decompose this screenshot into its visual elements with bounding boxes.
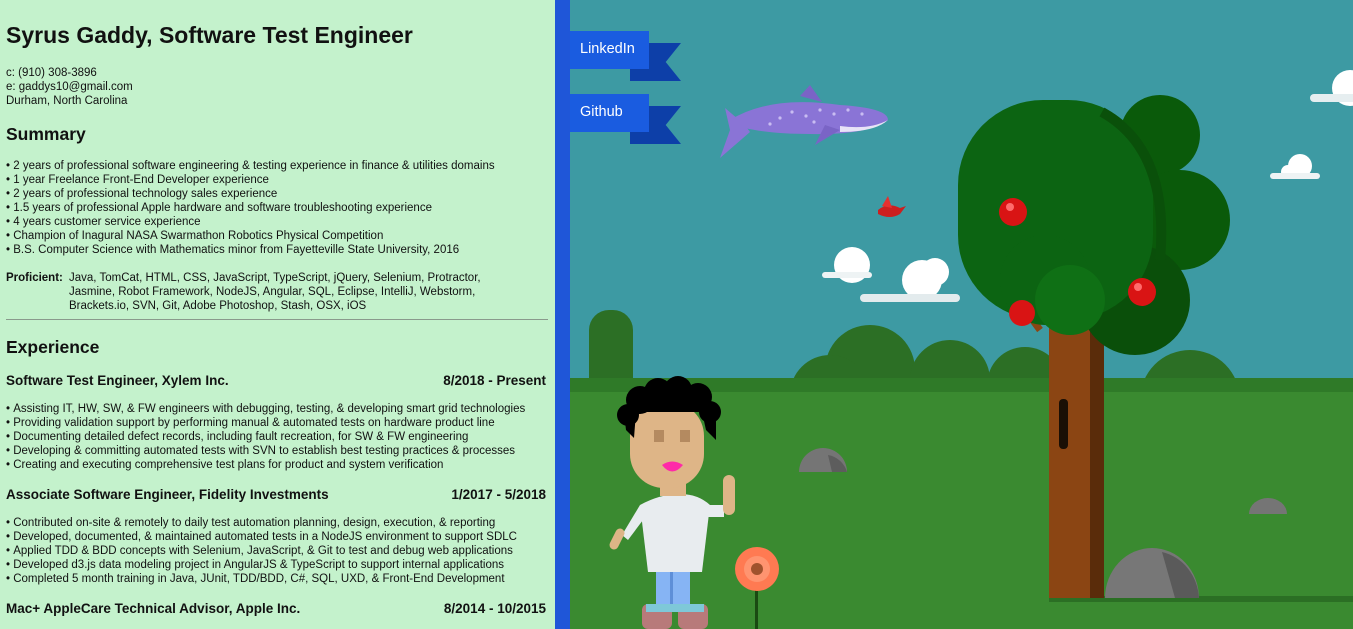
proficient-label: Proficient: — [6, 272, 63, 284]
list-item: Applied TDD & BDD concepts with Selenium… — [6, 544, 554, 558]
contact-phone: c: (910) 308-3896 — [6, 67, 97, 79]
contact-location: Durham, North Carolina — [6, 95, 128, 107]
list-item: B.S. Computer Science with Mathematics m… — [6, 243, 554, 257]
divider-bar — [555, 0, 570, 629]
list-item: Developing & committing automated tests … — [6, 444, 554, 458]
summary-title: Summary — [6, 124, 86, 144]
list-item: 1 year Freelance Front-End Developer exp… — [6, 173, 554, 187]
job-title: Mac+ AppleCare Technical Advisor, Apple … — [6, 601, 301, 616]
scene-artwork — [570, 0, 1353, 629]
experience-title: Experience — [6, 337, 100, 357]
list-item: Documenting detailed defect records, inc… — [6, 430, 554, 444]
github-link[interactable]: Github — [570, 94, 681, 144]
list-item: 1.5 years of professional Apple hardware… — [6, 201, 554, 215]
job-title: Software Test Engineer, Xylem Inc. — [6, 373, 229, 388]
list-item: Champion of Inagural NASA Swarmathon Rob… — [6, 229, 554, 243]
job-duties: Contributed on-site & remotely to daily … — [6, 516, 554, 586]
list-item: Assisting IT, HW, SW, & FW engineers wit… — [6, 402, 554, 416]
list-item: 4 years customer service experience — [6, 215, 554, 229]
summary-list: 2 years of professional software enginee… — [6, 159, 554, 257]
list-item: Creating and executing comprehensive tes… — [6, 458, 554, 472]
job-duties: Assisting IT, HW, SW, & FW engineers wit… — [6, 402, 554, 472]
section-divider — [6, 319, 548, 320]
list-item: Contributed on-site & remotely to daily … — [6, 516, 554, 530]
contact-email: e: gaddys10@gmail.com — [6, 81, 133, 93]
job-dates: 8/2014 - 10/2015 — [443, 601, 546, 616]
job-title: Associate Software Engineer, Fidelity In… — [6, 487, 329, 502]
job-header: Associate Software Engineer, Fidelity In… — [6, 487, 546, 502]
list-item: Completed 5 month training in Java, JUni… — [6, 572, 554, 586]
job-header: Software Test Engineer, Xylem Inc. 8/201… — [6, 373, 546, 388]
job-dates: 1/2017 - 5/2018 — [451, 487, 546, 502]
job-header: Mac+ AppleCare Technical Advisor, Apple … — [6, 601, 546, 616]
list-item: Providing validation support by performi… — [6, 416, 554, 430]
list-item: 2 years of professional software enginee… — [6, 159, 554, 173]
github-label[interactable]: Github — [570, 94, 649, 132]
proficient-value: Java, TomCat, HTML, CSS, JavaScript, Typ… — [69, 272, 481, 312]
linkedin-link[interactable]: LinkedIn — [570, 31, 681, 81]
resume-panel: Syrus Gaddy, Software Test Engineer c: (… — [0, 0, 555, 629]
proficient-skills: Proficient: Java, TomCat, HTML, CSS, Jav… — [6, 271, 509, 313]
job-dates: 8/2018 - Present — [443, 373, 546, 388]
list-item: 2 years of professional technology sales… — [6, 187, 554, 201]
list-item: Developed, documented, & maintained auto… — [6, 530, 554, 544]
contact-info: c: (910) 308-3896 e: gaddys10@gmail.com … — [6, 66, 133, 108]
resume-name: Syrus Gaddy, Software Test Engineer — [6, 22, 413, 48]
linkedin-label[interactable]: LinkedIn — [570, 31, 649, 69]
illustration-scene: LinkedIn Github — [570, 0, 1353, 629]
list-item: Developed d3.js data modeling project in… — [6, 558, 554, 572]
